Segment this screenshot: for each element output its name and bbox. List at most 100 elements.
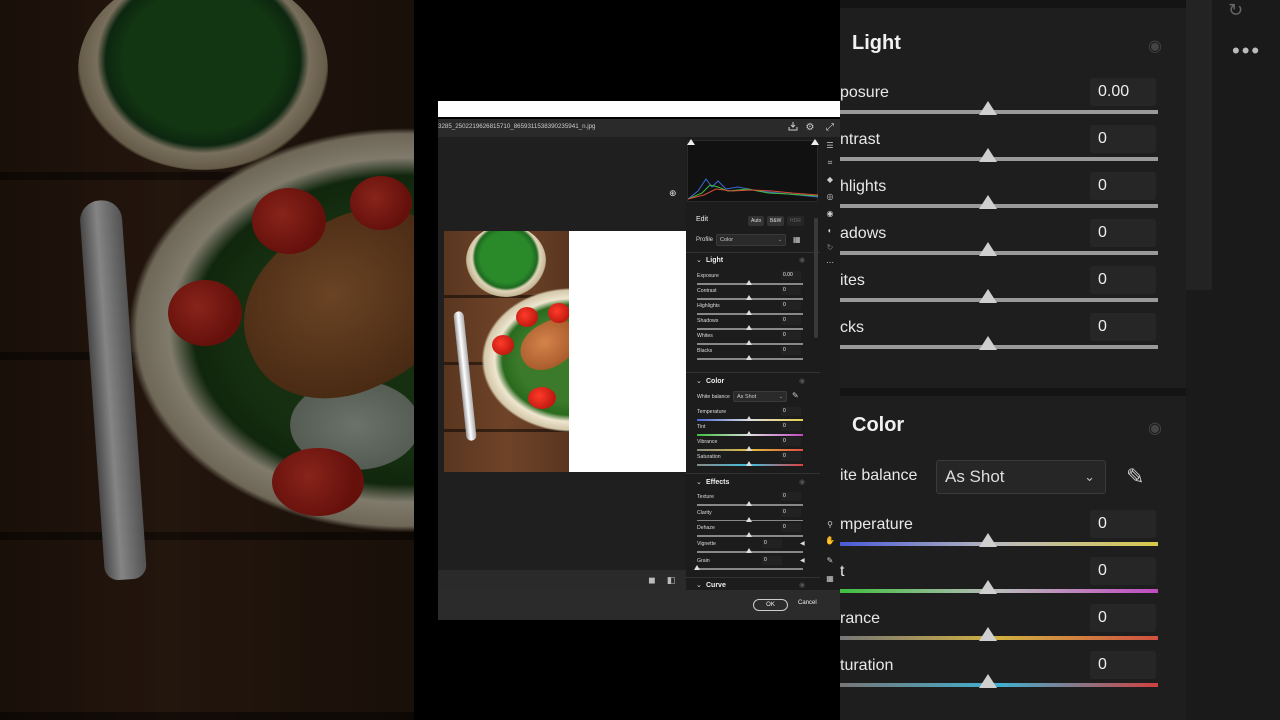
shadow-clip-icon[interactable]: [687, 139, 695, 145]
slider-value[interactable]: 0: [781, 422, 801, 431]
slider-value[interactable]: 0: [762, 556, 782, 565]
crop-icon[interactable]: ⌗: [824, 157, 836, 169]
bw-button[interactable]: B&W: [767, 216, 785, 226]
section-effects-header[interactable]: ⌄ Effects ◉: [686, 476, 820, 490]
slider-handle[interactable]: [746, 340, 752, 345]
highlight-clip-icon[interactable]: [811, 139, 819, 145]
hdr-button[interactable]: HDR: [787, 216, 804, 226]
section-light-header[interactable]: ⌄ Light ◉: [686, 254, 820, 268]
chevron-down-icon: ⌄: [778, 394, 783, 400]
hand-icon[interactable]: ✋: [824, 535, 836, 547]
slider-label: Clarity: [697, 509, 712, 516]
slider-value[interactable]: 0: [781, 316, 801, 325]
cancel-button[interactable]: Cancel: [798, 600, 817, 606]
profile-row: Profile Color ⌄ ▦: [686, 234, 820, 248]
save-icon[interactable]: [786, 121, 800, 135]
slider-dehaze[interactable]: Dehaze 0: [686, 523, 820, 540]
slider-handle[interactable]: [746, 446, 752, 451]
slider-track[interactable]: [697, 568, 803, 570]
visibility-icon[interactable]: ◉: [799, 581, 805, 589]
section-color-header[interactable]: ⌄ Color ◉: [686, 375, 820, 389]
preview-image[interactable]: [444, 231, 569, 472]
slider-value[interactable]: 0: [781, 452, 801, 461]
slider-label: Exposure: [697, 273, 719, 279]
section-curve-header[interactable]: ⌄ Curve ◉: [686, 579, 820, 590]
blurred-slider-row: turation 0: [840, 651, 1186, 701]
slider-value[interactable]: 0: [781, 301, 801, 310]
image-canvas[interactable]: ⊕: [438, 137, 686, 570]
visibility-icon[interactable]: ◉: [799, 377, 805, 385]
slider-handle[interactable]: [694, 565, 700, 570]
sampler-icon[interactable]: ⊕: [669, 188, 677, 199]
slider-label: Dehaze: [697, 525, 715, 531]
bg-tomato: [252, 188, 326, 254]
presets-icon[interactable]: ◐: [824, 225, 836, 237]
fullscreen-icon[interactable]: ⤢: [823, 121, 837, 135]
top-white-bar: [438, 101, 840, 117]
slider-label: Blacks: [697, 348, 713, 354]
single-view-icon[interactable]: ◼: [647, 575, 657, 585]
grid-icon[interactable]: ▦: [824, 573, 836, 585]
preview-toolbar: ◼ ◧: [438, 570, 686, 590]
auto-button[interactable]: Auto: [748, 216, 765, 226]
slider-value[interactable]: 0: [781, 346, 801, 355]
more-icon[interactable]: ⋯: [824, 257, 836, 269]
visibility-icon[interactable]: ◉: [799, 256, 805, 264]
slider-handle[interactable]: [746, 461, 752, 466]
slider-handle[interactable]: [746, 280, 752, 285]
chevron-down-icon: ⌄: [777, 237, 782, 243]
edit-sliders-icon[interactable]: ☰: [824, 140, 836, 152]
slider-handle[interactable]: [746, 355, 752, 360]
slider-value[interactable]: 0: [781, 492, 801, 501]
slider-value[interactable]: 0: [781, 507, 801, 517]
compare-view-icon[interactable]: ◧: [666, 575, 676, 585]
slider-handle[interactable]: [746, 325, 752, 330]
eyedropper-icon[interactable]: ✎: [792, 391, 799, 400]
slider-value[interactable]: 0: [781, 407, 801, 416]
heal-icon[interactable]: ◆: [824, 174, 836, 186]
slider-label: Contrast: [697, 288, 717, 294]
slider-handle[interactable]: [746, 431, 752, 436]
blurred-chevron-icon: ⌄: [1084, 469, 1095, 484]
slider-label: Shadows: [697, 318, 719, 324]
slider-saturation[interactable]: Saturation 0: [686, 452, 820, 469]
slider-handle[interactable]: [746, 532, 752, 537]
slider-handle[interactable]: [746, 516, 752, 522]
slider-handle[interactable]: [746, 295, 752, 300]
slider-value[interactable]: 0: [781, 286, 801, 295]
slider-grain[interactable]: Grain 0 ◀: [686, 556, 820, 573]
color-sampler-icon[interactable]: ✎: [824, 555, 836, 567]
edit-header: Edit Auto B&W HDR: [686, 212, 820, 229]
slider-value[interactable]: 0: [781, 437, 801, 446]
gear-icon[interactable]: ⚙: [803, 121, 817, 135]
disclosure-icon[interactable]: ◀: [800, 540, 805, 547]
dialog-footer: OK Cancel: [438, 590, 840, 620]
slider-handle[interactable]: [746, 548, 752, 553]
slider-handle[interactable]: [746, 501, 752, 506]
panel-scrollbar[interactable]: [814, 218, 818, 338]
snapshots-icon[interactable]: ↻: [824, 242, 836, 254]
bg-tomato: [272, 448, 364, 516]
ok-button[interactable]: OK: [753, 599, 788, 611]
red-eye-icon[interactable]: ◉: [824, 208, 836, 220]
profile-select[interactable]: Color ⌄: [716, 234, 786, 246]
slider-label: Whites: [697, 333, 713, 339]
slider-value[interactable]: 0: [781, 523, 801, 532]
slider-value[interactable]: 0.00: [781, 271, 801, 280]
mask-icon[interactable]: ◎: [824, 191, 836, 203]
slider-value[interactable]: 0: [762, 539, 782, 548]
disclosure-icon[interactable]: ◀: [800, 557, 805, 564]
zoom-icon[interactable]: ⚲: [824, 519, 836, 531]
blurred-slider-row: mperature 0: [840, 510, 1186, 560]
background-zoom-right: ↻ ••• Light ◉ posure 0.00 ntrast 0 hlights 0 a…: [840, 0, 1280, 720]
visibility-icon[interactable]: ◉: [799, 478, 805, 486]
white-balance-select[interactable]: As Shot ⌄: [733, 391, 787, 402]
slider-handle[interactable]: [746, 416, 752, 421]
slider-handle[interactable]: [746, 310, 752, 315]
slider-vignette[interactable]: Vignette 0 ◀: [686, 539, 820, 556]
slider-label: Highlights: [697, 303, 720, 309]
profile-browser-icon[interactable]: ▦: [793, 235, 801, 244]
slider-value[interactable]: 0: [781, 331, 801, 340]
slider-label: Vignette: [697, 541, 716, 547]
slider-blacks[interactable]: Blacks 0: [686, 346, 820, 363]
